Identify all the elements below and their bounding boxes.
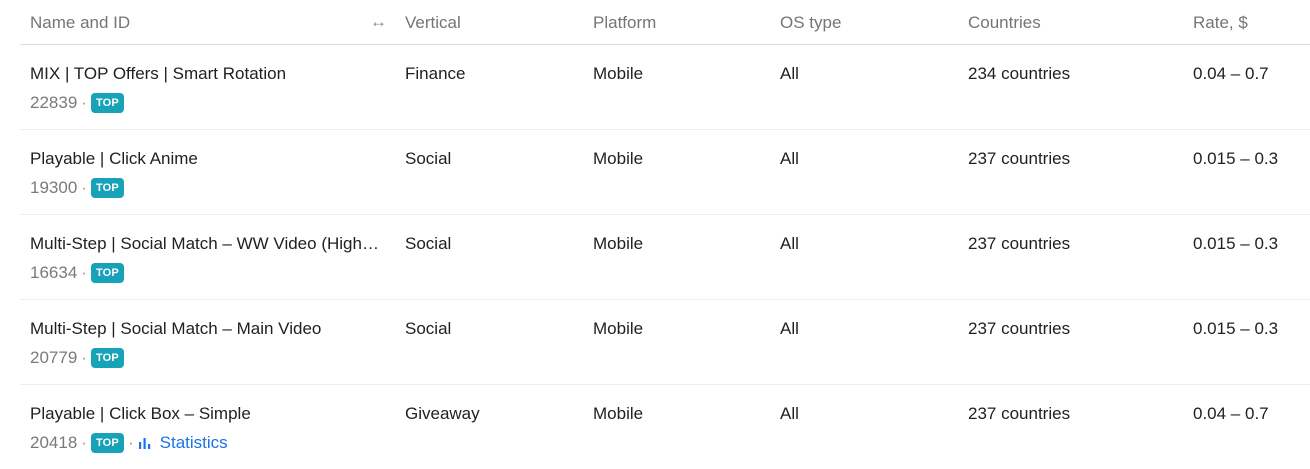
column-header-os-type[interactable]: OS type: [780, 13, 841, 33]
table-row[interactable]: MIX | TOP Offers | Smart Rotation 22839 …: [20, 45, 1310, 130]
top-badge: TOP: [90, 433, 124, 453]
column-header-vertical[interactable]: Vertical: [405, 13, 461, 33]
offer-rate: 0.04 – 0.7: [1193, 64, 1269, 83]
offer-vertical: Social: [405, 149, 452, 168]
top-badge: TOP: [90, 178, 124, 198]
offer-platform: Mobile: [593, 319, 644, 338]
offer-rate: 0.04 – 0.7: [1193, 404, 1269, 423]
offer-os-type: All: [780, 149, 799, 168]
offer-name[interactable]: Playable | Click Anime: [30, 149, 385, 169]
separator-dot: ·: [127, 433, 134, 452]
table-row[interactable]: Playable | Click Anime 19300 · TOP Socia…: [20, 130, 1310, 215]
offer-rate: 0.015 – 0.3: [1193, 319, 1279, 338]
column-header-countries[interactable]: Countries: [968, 13, 1041, 33]
offer-os-type: All: [780, 319, 799, 338]
column-header-name[interactable]: Name and ID: [30, 13, 130, 33]
offers-table: Name and ID ↔ Vertical Platform OS type …: [20, 0, 1310, 469]
table-row[interactable]: Multi-Step | Social Match – Main Video 2…: [20, 300, 1310, 385]
table-row[interactable]: Playable | Click Box – Simple 20418 · TO…: [20, 385, 1310, 469]
top-badge: TOP: [90, 93, 124, 113]
offer-os-type: All: [780, 64, 799, 83]
offer-rate: 0.015 – 0.3: [1193, 149, 1279, 168]
offer-id: 20418: [30, 433, 78, 452]
offer-countries: 234 countries: [968, 64, 1071, 83]
offer-vertical: Social: [405, 319, 452, 338]
offer-os-type: All: [780, 234, 799, 253]
top-badge: TOP: [90, 348, 124, 368]
offer-id-line: 22839 · TOP: [30, 93, 124, 113]
separator-dot: ·: [81, 178, 87, 197]
table-row[interactable]: Multi-Step | Social Match – WW Video (Hi…: [20, 215, 1310, 300]
offer-vertical: Giveaway: [405, 404, 480, 423]
offer-platform: Mobile: [593, 234, 644, 253]
offer-countries: 237 countries: [968, 149, 1071, 168]
separator-dot: ·: [81, 93, 87, 112]
offer-countries: 237 countries: [968, 319, 1071, 338]
bar-chart-icon: [138, 438, 150, 449]
column-header-platform[interactable]: Platform: [593, 13, 656, 33]
offer-platform: Mobile: [593, 64, 644, 83]
top-badge: TOP: [90, 263, 124, 283]
offer-os-type: All: [780, 404, 799, 423]
statistics-label[interactable]: Statistics: [160, 433, 228, 453]
offer-id: 16634: [30, 263, 78, 282]
offer-id-line: 19300 · TOP: [30, 178, 124, 198]
offer-id-line: 16634 · TOP: [30, 263, 124, 283]
offer-id: 20779: [30, 348, 78, 367]
offer-platform: Mobile: [593, 149, 644, 168]
offer-platform: Mobile: [593, 404, 644, 423]
resize-horizontal-icon[interactable]: ↔: [370, 12, 387, 32]
offer-vertical: Social: [405, 234, 452, 253]
offer-name[interactable]: Playable | Click Box – Simple: [30, 404, 385, 424]
column-header-rate[interactable]: Rate, $: [1193, 13, 1248, 33]
offer-countries: 237 countries: [968, 234, 1071, 253]
offer-name[interactable]: Multi-Step | Social Match – WW Video (Hi…: [30, 234, 385, 254]
offer-vertical: Finance: [405, 64, 466, 83]
offer-name[interactable]: MIX | TOP Offers | Smart Rotation: [30, 64, 385, 84]
separator-dot: ·: [81, 348, 87, 367]
offer-name[interactable]: Multi-Step | Social Match – Main Video: [30, 319, 385, 339]
offer-id-line: 20418 · TOP · Statistics: [30, 433, 228, 453]
separator-dot: ·: [81, 263, 87, 282]
offer-id: 19300: [30, 178, 78, 197]
offer-id-line: 20779 · TOP: [30, 348, 124, 368]
offer-countries: 237 countries: [968, 404, 1071, 423]
offer-rate: 0.015 – 0.3: [1193, 234, 1279, 253]
table-header: Name and ID ↔ Vertical Platform OS type …: [20, 0, 1310, 45]
separator-dot: ·: [81, 433, 87, 452]
statistics-link[interactable]: Statistics: [138, 433, 228, 453]
offer-id: 22839: [30, 93, 78, 112]
